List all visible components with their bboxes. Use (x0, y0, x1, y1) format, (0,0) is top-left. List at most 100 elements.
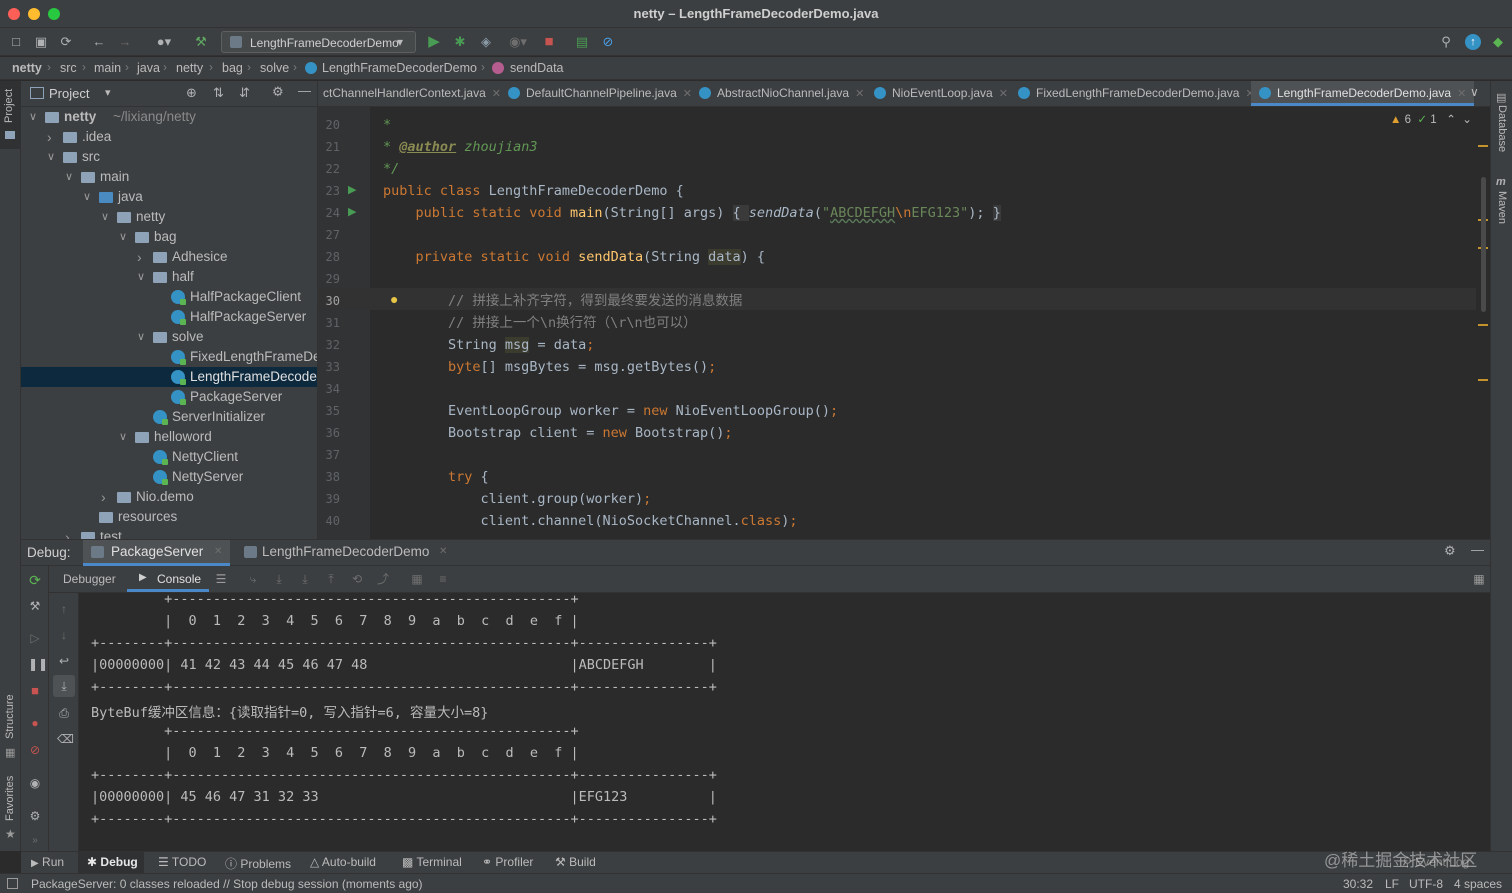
breadcrumb-item[interactable]: solve (260, 61, 289, 75)
tree-item[interactable]: HalfPackageServer (21, 307, 317, 327)
trash-icon[interactable]: ⌫ (57, 732, 74, 746)
breadcrumb-item[interactable]: main (94, 61, 121, 75)
tab-fixed-length-frame-decoder-demo[interactable]: FixedLengthFrameDecoderDemo.java✕ (1018, 81, 1255, 106)
chevron-down-icon[interactable]: ∨ (47, 147, 55, 167)
expand-all-icon[interactable]: ⇅ (213, 85, 224, 101)
run-gutter-icon[interactable]: ▶ (348, 183, 356, 196)
chevron-down-icon[interactable]: ∨ (29, 107, 37, 127)
breadcrumb-item[interactable]: src (60, 61, 77, 75)
tab-default-channel-pipeline[interactable]: DefaultChannelPipeline.java ✕ (508, 81, 692, 106)
chevron-down-icon[interactable]: ⌄ (1462, 114, 1472, 126)
tool-run[interactable]: ▶ Run (31, 855, 64, 869)
locate-icon[interactable]: ⊕ (186, 85, 197, 101)
open-folder-icon[interactable]: □ (8, 34, 24, 50)
breadcrumb-item[interactable]: LengthFrameDecoderDemo (322, 61, 477, 75)
tool-profiler[interactable]: ⚭ Profiler (482, 855, 533, 869)
tab-length-frame-decoder-demo[interactable]: LengthFrameDecoderDemo.java ✕ (1251, 81, 1475, 106)
more-icon[interactable]: » (28, 834, 42, 848)
tool-todo[interactable]: ☰ TODO (158, 855, 206, 869)
sync-icon[interactable]: ⟳ (58, 34, 74, 50)
tree-item[interactable]: ServerInitializer (21, 407, 317, 427)
trace-icon[interactable]: ≡ (436, 572, 450, 586)
warning-mark[interactable] (1478, 379, 1488, 381)
close-icon[interactable]: ✕ (214, 546, 222, 557)
search-icon[interactable]: ⚲ (1438, 34, 1454, 50)
database-tool-label[interactable]: Database (1496, 105, 1508, 152)
console-output[interactable]: +---------------------------------------… (79, 593, 1490, 851)
tree-item[interactable]: NettyServer (21, 467, 317, 487)
editor-scrollbar[interactable] (1476, 107, 1490, 539)
chevron-down-icon[interactable]: ▾ (105, 86, 111, 99)
wrench-icon[interactable]: ⚒ (28, 599, 42, 613)
file-encoding[interactable]: UTF-8 (1409, 877, 1443, 891)
save-icon[interactable]: ▣ (33, 34, 49, 50)
status-message[interactable]: PackageServer: 0 classes reloaded // Sto… (31, 877, 423, 891)
scroll-thumb[interactable] (1481, 177, 1486, 312)
close-icon[interactable]: ✕ (1457, 88, 1466, 100)
force-step-into-icon[interactable]: ⤓ (298, 572, 312, 586)
tree-item[interactable]: ∨ netty ~/lixiang/netty (21, 107, 317, 127)
hide-panel-icon[interactable]: — (298, 83, 311, 98)
chevron-up-icon[interactable]: ⌃ (1446, 114, 1456, 126)
chevron-down-icon[interactable]: ∨ (137, 327, 145, 347)
chevron-right-icon[interactable]: › (47, 127, 52, 147)
tree-item[interactable]: resources (21, 507, 317, 527)
close-icon[interactable]: ✕ (855, 88, 864, 100)
tree-item[interactable]: ∨ main (21, 167, 317, 187)
tab-debugger[interactable]: Debugger (63, 572, 116, 586)
line-separator[interactable]: LF (1385, 877, 1399, 891)
gear-icon[interactable]: ⚙ (1444, 543, 1456, 559)
tree-item[interactable]: ∨ bag (21, 227, 317, 247)
view-breakpoints-icon[interactable]: ● (28, 716, 42, 730)
chevron-right-icon[interactable]: › (65, 527, 70, 539)
disable-icon[interactable]: ⊘ (600, 34, 616, 50)
debug-bug-icon[interactable]: ✱ (452, 34, 468, 50)
tree-item[interactable]: FixedLengthFrameDe (21, 347, 317, 367)
pause-icon[interactable]: ❚❚ (28, 657, 48, 671)
evaluate-icon[interactable]: ▦ (410, 572, 424, 586)
close-icon[interactable]: ✕ (999, 88, 1008, 100)
chevron-down-icon[interactable]: ∨ (101, 207, 109, 227)
tab-abstract-nio-channel[interactable]: AbstractNioChannel.java ✕ (699, 81, 864, 106)
inspections-widget[interactable]: ▲ 6 ✓ 1 ⌃ ⌄ (1390, 112, 1472, 126)
chevron-right-icon[interactable]: › (137, 247, 142, 267)
gear-icon[interactable]: ⚙ (28, 809, 42, 823)
close-icon[interactable]: ✕ (439, 546, 447, 557)
breadcrumb-item[interactable]: netty (176, 61, 203, 75)
breadcrumb-item[interactable]: bag (222, 61, 243, 75)
tree-item[interactable]: HalfPackageClient (21, 287, 317, 307)
print-icon[interactable]: ⎙ (57, 706, 71, 720)
camera-icon[interactable]: ◉ (28, 776, 42, 790)
tree-item[interactable]: NettyClient (21, 447, 317, 467)
drop-frame-icon[interactable]: ⟲ (350, 572, 364, 586)
tree-item[interactable]: ∨ solve (21, 327, 317, 347)
run-icon[interactable]: ▶ (426, 34, 442, 50)
tree-item[interactable]: PackageServer (21, 387, 317, 407)
run-to-cursor-icon[interactable]: ⤴ (376, 572, 390, 586)
tree-item[interactable]: › Nio.demo (21, 487, 317, 507)
chevron-right-icon[interactable]: › (101, 487, 106, 507)
tree-item[interactable]: › test (21, 527, 317, 539)
up-arrow-icon[interactable]: ↑ (57, 602, 71, 616)
code-editor[interactable]: * * @author zhoujian3 */ public class Le… (370, 107, 1476, 539)
warning-mark[interactable] (1478, 324, 1488, 326)
stop-icon[interactable]: ■ (541, 34, 557, 50)
chevron-down-icon[interactable]: ∨ (83, 187, 91, 207)
rerun-icon[interactable]: ⟳ (28, 573, 42, 587)
soft-wrap-icon[interactable]: ↩ (57, 654, 71, 668)
mute-breakpoints-icon[interactable]: ⊘ (28, 743, 42, 757)
update-icon[interactable]: ↑ (1465, 34, 1481, 50)
chevron-down-icon[interactable]: ∨ (65, 167, 73, 187)
tab-debug-session-package-server[interactable]: PackageServer ✕ (83, 540, 230, 566)
tree-item[interactable]: › .idea (21, 127, 317, 147)
tab-debug-session-length-frame[interactable]: LengthFrameDecoderDemo ✕ (236, 540, 451, 566)
chevron-down-icon[interactable]: ∨ (119, 427, 127, 447)
step-out-icon[interactable]: ⤒ (324, 572, 338, 586)
coverage-icon[interactable]: ◈ (478, 34, 494, 50)
tool-problems[interactable]: ⓘ Problems (225, 855, 291, 872)
hide-panel-icon[interactable]: — (1471, 542, 1484, 557)
tab-nio-event-loop[interactable]: NioEventLoop.java ✕ (874, 81, 1008, 106)
warning-mark[interactable] (1478, 145, 1488, 147)
stop-icon[interactable]: ■ (28, 684, 42, 698)
maven-tool-label[interactable]: Maven (1496, 191, 1508, 224)
